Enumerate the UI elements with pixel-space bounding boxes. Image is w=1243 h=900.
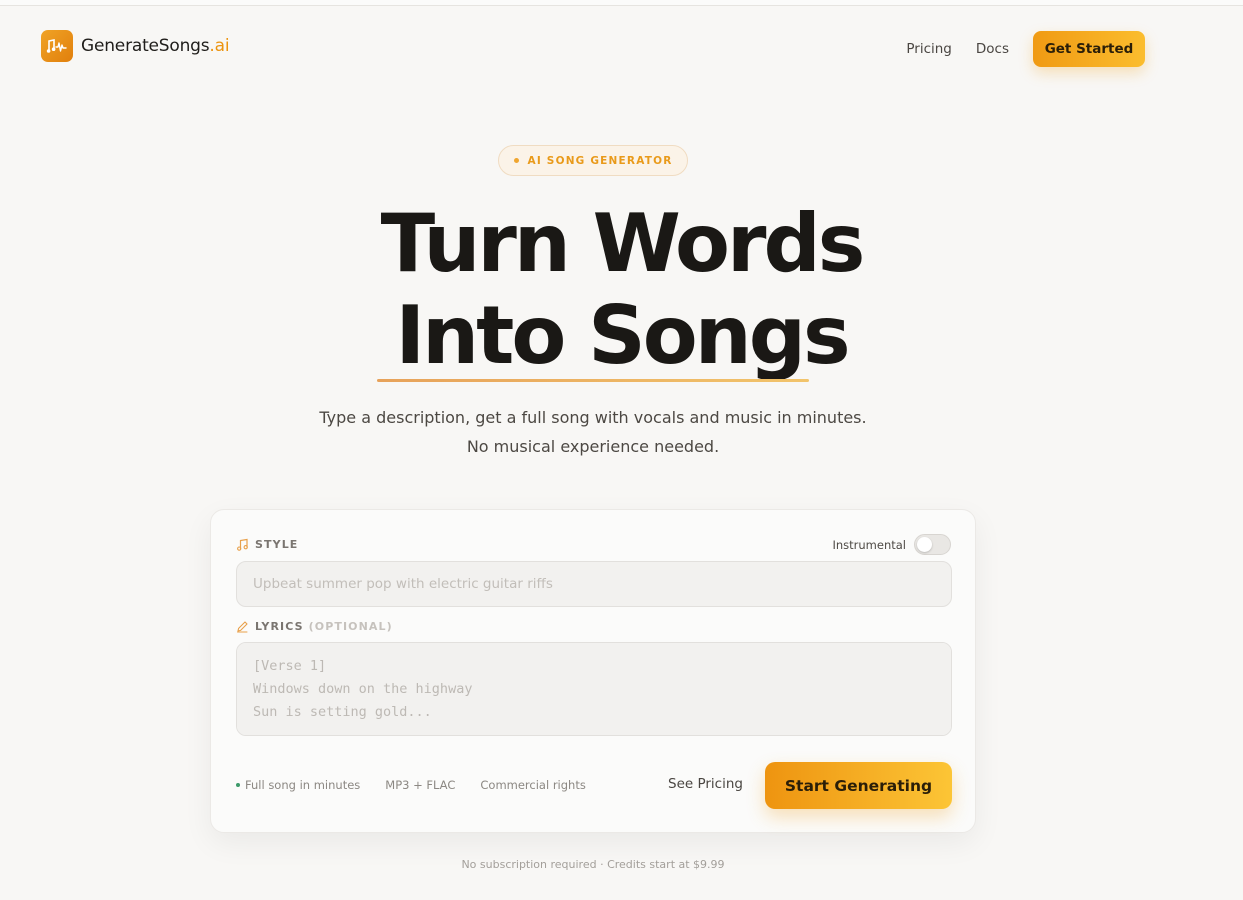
nav-pricing-link[interactable]: Pricing (906, 41, 952, 57)
feature-dot (236, 783, 240, 787)
style-label: STYLE (236, 538, 298, 551)
hero-title-line1: Turn Words (380, 197, 866, 290)
hero-title-line2: Into Songs (395, 289, 850, 382)
category-badge: AI SONG GENERATOR (498, 145, 688, 176)
toggle-knob (917, 537, 932, 552)
nav-docs-link[interactable]: Docs (976, 41, 1009, 57)
instrumental-label: Instrumental (832, 537, 906, 552)
hero-title: Turn Words Into Songs (0, 198, 1243, 382)
instrumental-toggle-group: Instrumental (832, 534, 951, 555)
feature-item: Commercial rights (480, 778, 585, 792)
badge-label: AI SONG GENERATOR (527, 154, 673, 167)
style-label-text: STYLE (255, 538, 299, 551)
see-pricing-link[interactable]: See Pricing (668, 776, 743, 792)
title-underline (377, 379, 809, 382)
feature-text: Commercial rights (480, 778, 586, 792)
feature-text: MP3 + FLAC (385, 778, 456, 792)
music-note-icon (236, 538, 249, 551)
generator-card: STYLE Instrumental LYRICS (OPTIONAL) Ful… (210, 509, 976, 833)
logo[interactable]: GenerateSongs.ai (41, 29, 230, 62)
feature-item: Full song in minutes (236, 778, 360, 792)
lyrics-label: LYRICS (OPTIONAL) (236, 620, 393, 633)
logo-text: GenerateSongs.ai (81, 35, 230, 56)
feature-item: MP3 + FLAC (385, 778, 455, 792)
style-input[interactable] (236, 561, 952, 607)
top-border (0, 0, 1243, 6)
top-nav: Pricing Docs Get Started (906, 31, 1145, 67)
pencil-icon (236, 620, 249, 633)
logo-name: GenerateSongs (81, 35, 210, 56)
feature-text: Full song in minutes (245, 778, 361, 792)
get-started-button[interactable]: Get Started (1033, 31, 1145, 67)
hero-subtitle: Type a description, get a full song with… (319, 408, 867, 456)
feature-list: Full song in minutes MP3 + FLAC Commerci… (236, 778, 611, 792)
instrumental-toggle[interactable] (914, 534, 951, 555)
lyrics-label-text: LYRICS (255, 620, 304, 633)
waveform-music-icon (41, 29, 73, 62)
logo-tld: .ai (209, 35, 230, 56)
lyrics-input[interactable] (236, 642, 952, 736)
pricing-footnote: No subscription required · Credits start… (461, 858, 725, 871)
badge-dot (513, 158, 519, 163)
lyrics-optional-text: (OPTIONAL) (308, 620, 393, 633)
start-generating-button[interactable]: Start Generating (765, 762, 952, 809)
